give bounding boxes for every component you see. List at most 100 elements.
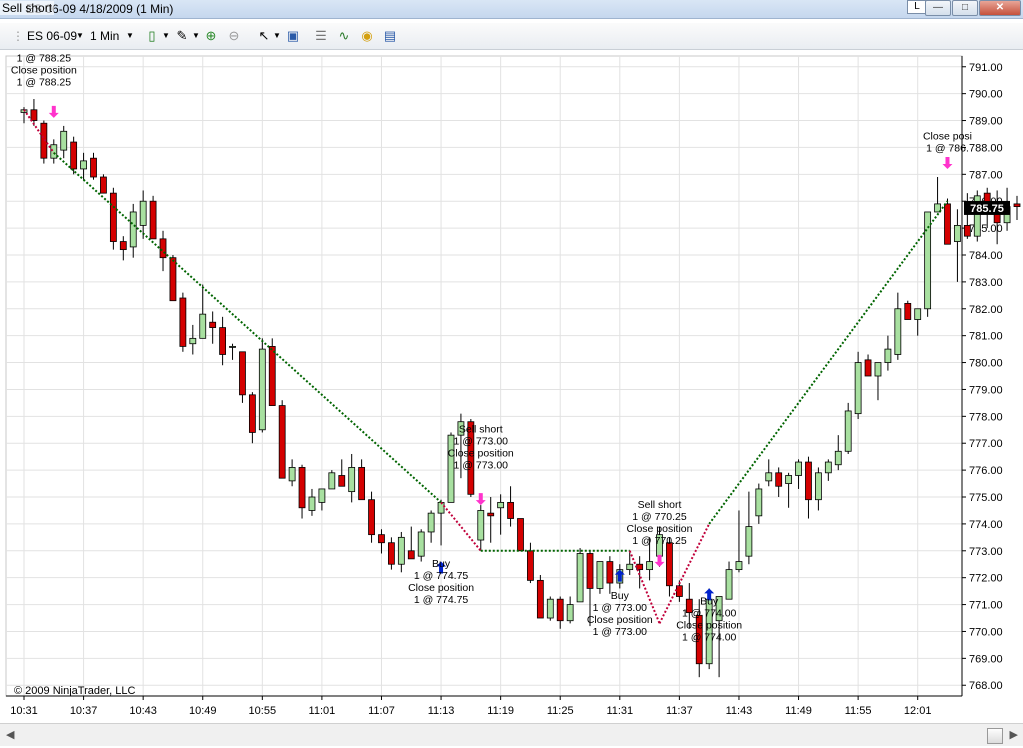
x-tick-label: 11:19 xyxy=(487,705,514,717)
pointer-icon[interactable]: ↖ xyxy=(255,27,273,45)
candle-body xyxy=(80,160,87,170)
trade-annotation-text: 1 @ 774.00 xyxy=(682,608,737,620)
candle-body xyxy=(30,109,38,121)
y-tick-label: 776.00 xyxy=(969,465,1003,477)
scroll-left-icon[interactable]: ◀ xyxy=(6,728,14,741)
indicators-icon[interactable]: ∿ xyxy=(335,27,353,45)
candle-body xyxy=(507,501,514,519)
candle-body xyxy=(378,534,385,544)
candle-body xyxy=(566,604,574,622)
y-tick-label: 773.00 xyxy=(969,546,1003,558)
mode-button[interactable]: L xyxy=(907,0,927,14)
candle-body xyxy=(179,297,187,347)
y-tick-label: 772.00 xyxy=(969,573,1003,585)
candle-body xyxy=(725,569,733,600)
chart-style-icon[interactable]: ▯ xyxy=(143,27,161,45)
x-tick-label: 10:49 xyxy=(189,705,217,717)
candle-body xyxy=(199,313,207,339)
trade-annotation-text: 1 @ 774.00 xyxy=(682,632,737,644)
plot-area xyxy=(5,55,963,697)
minimize-icon[interactable]: — xyxy=(925,0,951,16)
horizontal-scrollbar[interactable]: ◀ ▶ xyxy=(0,723,1023,746)
candle-body xyxy=(904,302,912,320)
candle-body xyxy=(129,211,137,248)
candle-body xyxy=(735,561,743,571)
candle-body xyxy=(60,130,68,151)
candle-body xyxy=(90,157,97,178)
interval-dropdown-icon[interactable]: ▼ xyxy=(126,27,134,45)
candle-body xyxy=(437,501,445,514)
y-tick-label: 788.00 xyxy=(969,142,1003,154)
trade-annotation-text: 1 @ 770.25 xyxy=(632,535,687,547)
trade-annotation-text: Close posi xyxy=(923,130,972,142)
trade-annotation-text: 1 @ 770.25 xyxy=(632,511,687,523)
trade-annotation-text: Close position xyxy=(676,620,742,632)
drawing-tool-icon[interactable]: ✎ xyxy=(173,27,191,45)
y-tick-label: 778.00 xyxy=(969,411,1003,423)
candle-body xyxy=(248,394,256,433)
candle-body xyxy=(318,488,326,503)
candle-body xyxy=(944,203,951,245)
candle-body xyxy=(596,561,604,589)
candle-body xyxy=(239,351,246,396)
trade-annotation-text: 1 @ 773.00 xyxy=(454,435,509,447)
candle-body xyxy=(288,467,296,482)
candle-body xyxy=(258,348,266,431)
x-tick-label: 11:55 xyxy=(845,705,872,717)
x-tick-label: 11:31 xyxy=(606,705,633,717)
candle-body xyxy=(268,346,276,406)
candle-body xyxy=(666,542,673,587)
y-tick-label: 783.00 xyxy=(969,277,1003,289)
properties-icon[interactable]: ☰ xyxy=(312,27,330,45)
chart-panel[interactable]: 791.00790.00789.00788.00787.00786.00785.… xyxy=(0,50,1023,723)
scroll-thumb[interactable] xyxy=(987,728,1003,744)
candle-body xyxy=(100,176,107,194)
strategies-icon[interactable]: ◉ xyxy=(358,27,376,45)
zoom-out-icon[interactable]: ⊖ xyxy=(225,27,243,45)
y-tick-label: 775.00 xyxy=(969,492,1003,504)
maximize-icon[interactable]: □ xyxy=(952,0,978,16)
candle-body xyxy=(497,501,505,509)
pointer-dropdown-icon[interactable]: ▼ xyxy=(273,27,281,45)
candle-body xyxy=(477,510,485,541)
trade-annotation-text: 1 @ 773.00 xyxy=(454,459,509,471)
trade-annotation-text: Sell short xyxy=(638,499,682,511)
data-box-icon[interactable]: ▣ xyxy=(284,27,302,45)
candle-body xyxy=(338,475,346,487)
chart-style-dropdown-icon[interactable]: ▼ xyxy=(162,27,170,45)
instrument-dropdown-icon[interactable]: ▼ xyxy=(76,27,84,45)
instrument-selector[interactable]: ES 06-09 xyxy=(27,27,77,45)
close-icon[interactable]: ✕ xyxy=(979,0,1021,16)
candle-body xyxy=(536,579,544,619)
y-tick-label: 781.00 xyxy=(969,331,1003,343)
copyright-text: © 2009 NinjaTrader, LLC xyxy=(14,685,135,697)
drawing-dropdown-icon[interactable]: ▼ xyxy=(192,27,200,45)
candle-body xyxy=(795,461,802,476)
window-controls: — □ ✕ xyxy=(925,0,1021,16)
candle-body xyxy=(646,561,653,571)
chart-properties-icon[interactable]: ▤ xyxy=(381,27,399,45)
candle-body xyxy=(368,499,375,536)
candlestick-chart[interactable]: 791.00790.00789.00788.00787.00786.00785.… xyxy=(0,50,1023,723)
candle-body xyxy=(397,536,405,565)
candle-body xyxy=(785,475,793,484)
x-tick-label: 12:01 xyxy=(904,705,932,717)
candle-body xyxy=(278,405,286,479)
candle-body xyxy=(954,225,961,242)
x-tick-label: 11:37 xyxy=(666,705,693,717)
trade-annotation-text: Sell short xyxy=(459,423,503,435)
x-tick-label: 11:13 xyxy=(428,705,455,717)
trade-annotation-text: 1 @ 788.25 xyxy=(17,52,72,64)
y-tick-label: 777.00 xyxy=(969,438,1003,450)
candle-body xyxy=(159,238,167,259)
candle-body xyxy=(209,321,217,328)
interval-selector[interactable]: 1 Min xyxy=(90,27,119,45)
trade-annotation-text: Close position xyxy=(627,523,693,535)
candle-body xyxy=(745,526,753,557)
candle-body xyxy=(914,308,922,320)
candle-body xyxy=(864,359,872,377)
scroll-right-icon[interactable]: ▶ xyxy=(1010,728,1018,741)
candle-body xyxy=(119,241,127,251)
zoom-in-icon[interactable]: ⊕ xyxy=(202,27,220,45)
candle-body xyxy=(626,563,634,571)
